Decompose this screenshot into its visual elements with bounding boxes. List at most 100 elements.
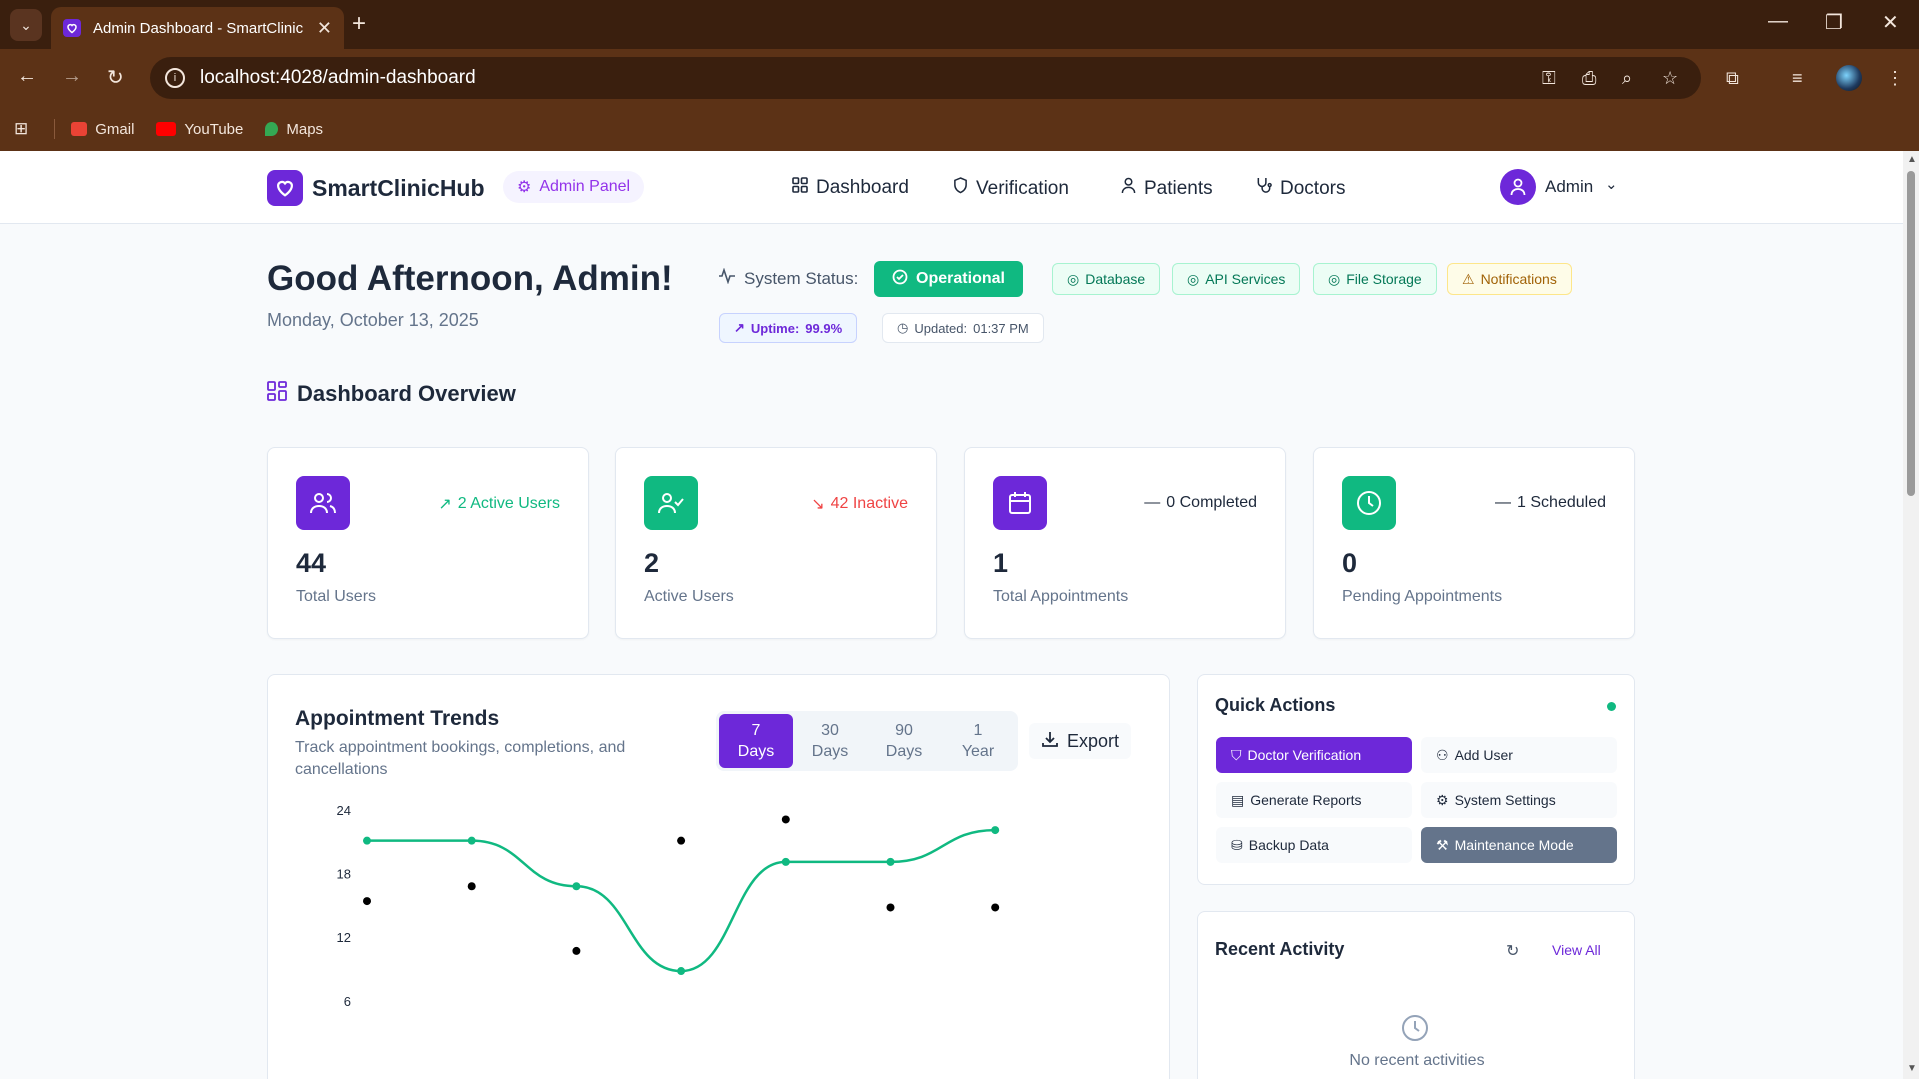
shield-icon: ⛉ [1231, 746, 1242, 763]
user-plus-icon: ⚇ [1436, 746, 1449, 763]
close-tab-icon[interactable]: ✕ [317, 18, 332, 39]
media-controls-icon[interactable]: ≡ [1792, 68, 1803, 89]
browser-tab-bar: ⌄ Admin Dashboard - SmartClinic ✕ + — ❐ … [0, 0, 1919, 49]
overview-title: Dashboard Overview [267, 381, 516, 407]
nav-patients[interactable]: Patients [1121, 177, 1213, 200]
apps-grid-icon[interactable]: ⊞ [14, 119, 28, 139]
series-point[interactable] [572, 882, 581, 891]
user-avatar[interactable] [1500, 169, 1536, 205]
minus-icon: — [1144, 494, 1161, 511]
greeting-date: Monday, October 13, 2025 [267, 310, 479, 330]
scatter-point[interactable] [363, 897, 371, 906]
menu-icon[interactable]: ⋮ [1886, 68, 1904, 89]
heart-icon [63, 19, 81, 37]
stat-label: Total Appointments [993, 588, 1129, 605]
scatter-point[interactable] [677, 836, 686, 845]
check-circle-icon: ◎ [1187, 270, 1200, 287]
recent-activity-card: Recent Activity ↻ View All No recent act… [1197, 911, 1635, 1079]
service-notifications-chip[interactable]: ⚠ Notifications [1447, 263, 1572, 295]
service-storage-chip[interactable]: ◎ File Storage [1313, 263, 1437, 295]
quick-actions-card: Quick Actions ⛉ Doctor Verification ⚇ Add … [1197, 674, 1635, 885]
zoom-icon[interactable]: ⌕ [1622, 68, 1632, 89]
operational-status-button[interactable]: Operational [874, 261, 1023, 297]
y-tick-label: 18 [337, 867, 351, 882]
service-database-chip[interactable]: ◎ Database [1052, 263, 1161, 295]
nav-verification[interactable]: Verification [953, 177, 1069, 200]
new-tab-button[interactable]: + [352, 10, 366, 38]
series-point[interactable] [886, 857, 895, 866]
page-scrollbar[interactable]: ▲ ▼ [1903, 151, 1919, 1079]
generate-reports-button[interactable]: ▤ Generate Reports [1216, 782, 1412, 818]
forward-icon[interactable]: → [62, 65, 82, 88]
scroll-down-icon[interactable]: ▼ [1907, 1063, 1917, 1074]
stat-value: 1 [993, 548, 1009, 578]
uptime-badge: ↗ Uptime: 99.9% [719, 313, 858, 343]
view-all-link[interactable]: View All [1552, 942, 1601, 958]
bookmark-star-icon[interactable]: ☆ [1662, 68, 1678, 89]
stat-card-total-appointments[interactable]: —0 Completed 1 Total Appointments [964, 447, 1286, 639]
scatter-point[interactable] [886, 903, 895, 912]
close-window-icon[interactable]: ✕ [1882, 10, 1899, 35]
no-activity-text: No recent activities [1349, 1052, 1485, 1069]
stat-trend: —0 Completed [1144, 494, 1257, 511]
chevron-down-icon[interactable]: ⌄ [1605, 175, 1618, 193]
browser-tab[interactable]: Admin Dashboard - SmartClinic ✕ [51, 7, 344, 49]
gear-icon: ⚙ [517, 179, 532, 196]
refresh-icon[interactable]: ↻ [1506, 941, 1519, 961]
back-icon[interactable]: ← [17, 65, 37, 88]
minimize-icon[interactable]: — [1768, 10, 1788, 33]
install-app-icon[interactable]: ⎙ [1582, 68, 1596, 89]
restore-icon[interactable]: ❐ [1825, 10, 1843, 35]
trending-up-icon: ↗ [438, 496, 452, 513]
series-point[interactable] [363, 836, 371, 845]
address-bar[interactable]: i localhost:4028/admin-dashboard [150, 57, 1701, 99]
add-user-button[interactable]: ⚇ Add User [1421, 737, 1617, 773]
activity-icon [718, 267, 736, 289]
user-name[interactable]: Admin [1545, 177, 1593, 197]
stat-card-active-users[interactable]: ↘ 42 Inactive 2 Active Users [615, 447, 937, 639]
series-point[interactable] [467, 836, 476, 845]
stat-card-total-users[interactable]: ↗ 2 Active Users 44 Total Users [267, 447, 589, 639]
tab-search-button[interactable]: ⌄ [10, 9, 42, 41]
brand-name[interactable]: SmartClinicHub [312, 175, 485, 202]
series-line [367, 828, 996, 973]
y-tick-label: 12 [337, 930, 351, 945]
bookmark-youtube[interactable]: YouTube [156, 121, 243, 138]
check-circle-icon: ◎ [1328, 270, 1341, 287]
scroll-up-icon[interactable]: ▲ [1907, 154, 1917, 165]
bookmark-gmail[interactable]: Gmail [71, 121, 134, 138]
stat-trend: —1 Scheduled [1495, 494, 1606, 511]
scatter-point[interactable] [467, 882, 476, 891]
extensions-icon[interactable]: ⧉ [1726, 68, 1739, 89]
calendar-icon [993, 476, 1047, 530]
series-point[interactable] [781, 857, 790, 866]
password-key-icon[interactable]: ⚿ [1542, 68, 1556, 89]
maintenance-mode-button[interactable]: ⚒ Maintenance Mode [1421, 827, 1617, 863]
scatter-point[interactable] [991, 903, 1000, 912]
system-settings-button[interactable]: ⚙ System Settings [1421, 782, 1617, 818]
scatter-point[interactable] [572, 946, 581, 955]
doctor-verification-button[interactable]: ⛉ Doctor Verification [1216, 737, 1412, 773]
series-point[interactable] [677, 967, 686, 976]
youtube-icon [156, 122, 177, 136]
bookmark-maps[interactable]: Maps [265, 121, 323, 138]
stat-label: Total Users [296, 588, 377, 605]
logo-heart-icon[interactable] [267, 170, 303, 206]
reload-icon[interactable]: ↻ [107, 65, 124, 90]
stat-label: Pending Appointments [1342, 588, 1503, 605]
clock-icon [1342, 476, 1396, 530]
wrench-icon: ⚒ [1436, 836, 1449, 853]
backup-data-button[interactable]: ⛁ Backup Data [1216, 827, 1412, 863]
check-circle-icon: ◎ [1067, 270, 1080, 287]
stat-trend: ↘ 42 Inactive [811, 495, 908, 513]
nav-dashboard[interactable]: Dashboard [792, 177, 909, 199]
service-api-chip[interactable]: ◎ API Services [1172, 263, 1301, 295]
gear-icon: ⚙ [1436, 791, 1449, 808]
scroll-thumb[interactable] [1907, 171, 1915, 496]
site-info-icon[interactable]: i [165, 68, 185, 88]
series-point[interactable] [991, 826, 1000, 835]
scatter-point[interactable] [781, 815, 790, 824]
nav-doctors[interactable]: Doctors [1256, 177, 1345, 200]
stat-card-pending-appointments[interactable]: —1 Scheduled 0 Pending Appointments [1313, 447, 1635, 639]
profile-avatar[interactable] [1836, 65, 1862, 91]
